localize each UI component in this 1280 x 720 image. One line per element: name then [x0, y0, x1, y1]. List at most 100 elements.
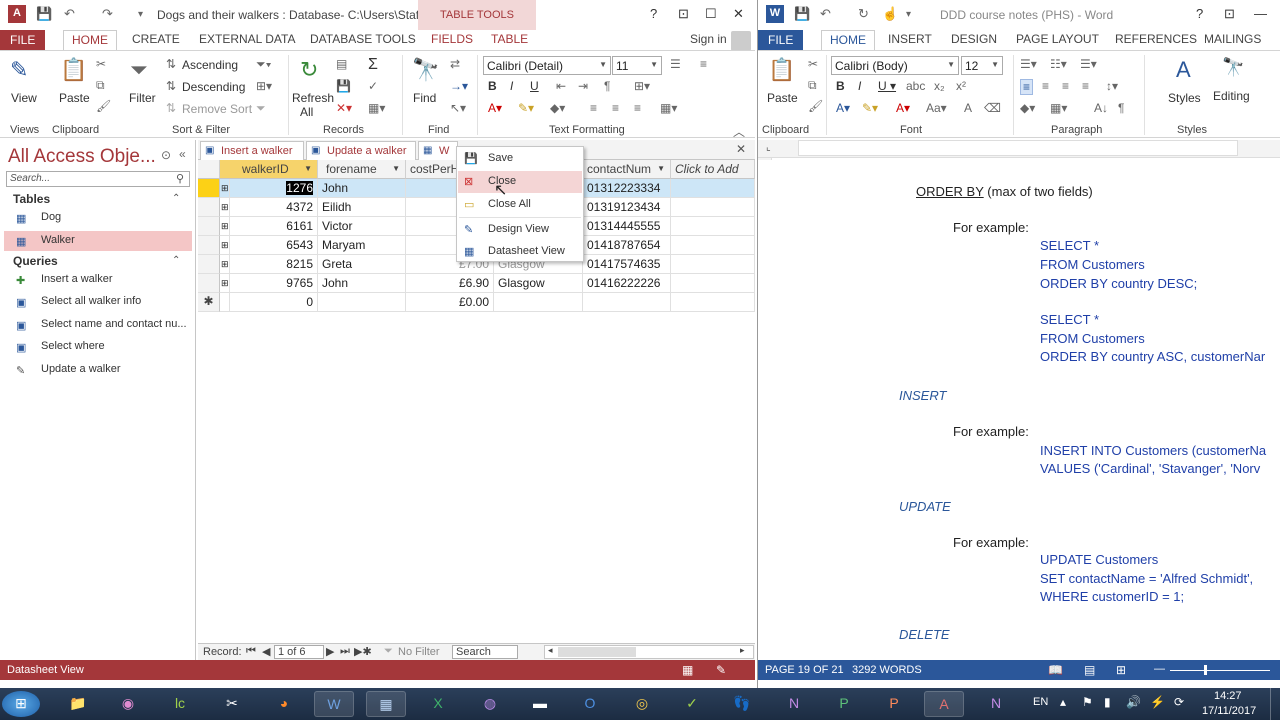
minimize-icon[interactable]: —	[1254, 6, 1267, 21]
print-layout-icon[interactable]: ▤	[1084, 663, 1095, 677]
cut-icon[interactable]: ✂	[808, 57, 818, 71]
selection-filter-icon[interactable]: ⏷▾	[256, 57, 271, 72]
toggle-filter-icon[interactable]: ⏷	[256, 101, 266, 116]
totals-icon[interactable]: Σ	[368, 56, 378, 74]
lc-app-taskbar-icon[interactable]: lc	[160, 691, 200, 717]
refresh-all-label[interactable]: All	[300, 105, 313, 119]
col-header-forename[interactable]: forename ▼	[318, 160, 406, 179]
record-selector[interactable]	[198, 198, 220, 217]
horizontal-ruler[interactable]: ⌞	[758, 140, 1280, 158]
show-hidden-icons[interactable]: ▴	[1060, 695, 1066, 709]
sphere-app-taskbar-icon[interactable]: ◍	[470, 691, 510, 717]
expand-icon[interactable]: ⊞	[220, 179, 230, 198]
cell-contact[interactable]: 01319123434	[583, 198, 671, 217]
ribbon-display-icon[interactable]: ⊡	[1224, 6, 1235, 22]
font-color-icon[interactable]: A▾	[488, 101, 502, 115]
tab-table[interactable]: TABLE	[491, 32, 528, 46]
italic-button[interactable]: I	[510, 79, 513, 93]
cell-empty[interactable]	[671, 217, 755, 236]
highlight-icon[interactable]: ✎▾	[518, 101, 534, 115]
clock-date[interactable]: 17/11/2017	[1202, 705, 1256, 717]
cell-walkerid[interactable]: 6543	[230, 236, 318, 255]
sign-in-link[interactable]: Sign in	[690, 32, 727, 46]
redo-icon[interactable]: ↻	[858, 6, 869, 22]
descending-button[interactable]: Descending	[182, 80, 245, 94]
expand-icon[interactable]: ⊞	[220, 255, 230, 274]
styles-button[interactable]: Styles	[1168, 91, 1201, 105]
first-record-icon[interactable]: ⏮	[246, 645, 256, 658]
italic-button[interactable]: I	[858, 79, 861, 93]
word-app-icon[interactable]: W	[766, 5, 784, 23]
cell-contact[interactable]: 01416222226	[583, 274, 671, 293]
pro-app-taskbar-icon[interactable]: ◉	[108, 691, 148, 717]
prev-record-icon[interactable]: ◀	[262, 645, 270, 658]
power-icon[interactable]: ⚡	[1150, 695, 1165, 709]
new-record-icon[interactable]: ▤	[336, 57, 347, 71]
word-font-name-select[interactable]: Calibri (Body) ▼	[831, 56, 959, 75]
font-color-icon[interactable]: A▾	[896, 101, 910, 115]
chrome-taskbar-icon[interactable]: ◎	[622, 691, 662, 717]
tab-insert[interactable]: INSERT	[888, 32, 932, 46]
nav-item-dog[interactable]: ▦ Dog	[4, 208, 192, 228]
expand-icon[interactable]: ⊞	[220, 274, 230, 293]
page-count[interactable]: PAGE 19 OF 21	[765, 664, 844, 676]
new-blank-record-icon[interactable]: ▶✱	[354, 645, 372, 658]
tab-fields[interactable]: FIELDS	[431, 32, 473, 46]
strikethrough-button[interactable]: abc	[906, 79, 925, 93]
cell-walkerid[interactable]: 1276	[230, 179, 318, 198]
cell-cost[interactable]: £6.90	[406, 274, 494, 293]
align-center-button[interactable]: ≡	[1042, 79, 1049, 93]
alt-row-color-icon[interactable]: ▦▾	[660, 101, 677, 115]
help-icon[interactable]: ?	[1196, 6, 1203, 21]
search-icon[interactable]: ⚲	[176, 172, 184, 185]
cell-empty[interactable]	[671, 274, 755, 293]
powerpoint-taskbar-icon[interactable]: P	[874, 691, 914, 717]
zoom-out-icon[interactable]: —	[1154, 663, 1165, 675]
read-mode-icon[interactable]: 📖	[1048, 663, 1063, 677]
editing-button[interactable]: Editing	[1213, 89, 1250, 103]
numbering-icon[interactable]: ☷▾	[1050, 57, 1067, 71]
grow-font-icon[interactable]: A	[964, 101, 972, 115]
network-icon[interactable]: ▮	[1104, 695, 1111, 709]
bold-button[interactable]: B	[488, 79, 497, 93]
no-filter-label[interactable]: No Filter	[398, 646, 440, 658]
line-spacing-icon[interactable]: ↕▾	[1106, 79, 1118, 93]
touch-mode-icon[interactable]: ☝	[882, 6, 898, 22]
ascending-button[interactable]: Ascending	[182, 58, 238, 72]
onenote-taskbar-icon[interactable]: N	[774, 691, 814, 717]
tab-walker[interactable]: ▦ W	[418, 141, 458, 160]
flag-icon[interactable]: ⚑	[1082, 695, 1093, 709]
sync-icon[interactable]: ⟳	[1174, 695, 1184, 709]
nav-item-insert-walker[interactable]: ✚ Insert a walker	[4, 270, 192, 290]
menu-item-save[interactable]: 💾 Save	[458, 148, 582, 170]
publisher-taskbar-icon[interactable]: P	[824, 691, 864, 717]
clear-format-icon[interactable]: ⌫	[984, 101, 1001, 115]
nav-search-input[interactable]: Search...	[6, 171, 190, 187]
scroll-left-icon[interactable]: ◂	[548, 645, 553, 656]
tab-external-data[interactable]: EXTERNAL DATA	[199, 32, 295, 46]
expand-icon[interactable]: ⊞	[220, 198, 230, 217]
select-all-corner[interactable]	[198, 160, 220, 179]
view-button[interactable]: View	[11, 91, 37, 105]
multilevel-icon[interactable]: ☰▾	[1080, 57, 1097, 71]
menu-item-close[interactable]: ⊠ Close	[458, 171, 582, 193]
cell-contact[interactable]: 01314445555	[583, 217, 671, 236]
align-center-icon[interactable]: ≡	[612, 101, 619, 115]
shutter-bar-icon[interactable]: «	[179, 147, 186, 161]
list-icon[interactable]: ≡	[700, 57, 707, 71]
collapse-ribbon-icon[interactable]: ︿	[733, 123, 745, 140]
cell-contact[interactable]: 01312223334	[583, 179, 671, 198]
firefox-taskbar-icon[interactable]: ◕	[264, 691, 304, 717]
footprint-app-taskbar-icon[interactable]: 👣	[722, 691, 762, 717]
record-selector[interactable]	[198, 179, 220, 198]
copy-icon[interactable]: ⧉	[808, 78, 817, 93]
justify-button[interactable]: ≡	[1082, 79, 1089, 93]
cell-forename[interactable]: Eilidh	[318, 198, 406, 217]
last-record-icon[interactable]: ⏭	[340, 645, 350, 658]
maximize-icon[interactable]: ☐	[705, 6, 717, 22]
terminal-taskbar-icon[interactable]: ▬	[520, 691, 560, 717]
menu-item-close-all[interactable]: ▭ Close All	[458, 194, 582, 216]
find-button[interactable]: Find	[413, 91, 436, 105]
filter-button[interactable]: Filter	[129, 91, 156, 105]
cell-walkerid[interactable]: 9765	[230, 274, 318, 293]
